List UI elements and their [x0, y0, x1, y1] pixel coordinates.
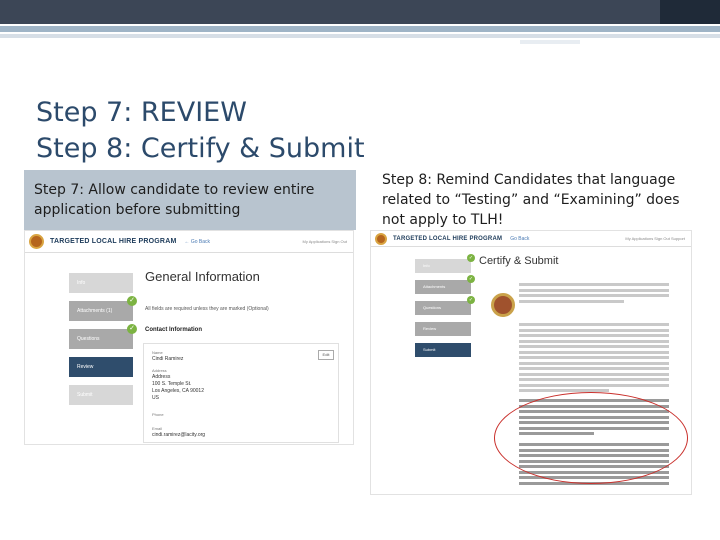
city-seal-icon: [29, 234, 44, 249]
nav-item-label: Attachments (1): [77, 308, 113, 314]
email-label: Email: [152, 426, 163, 431]
check-icon: ✓: [467, 296, 475, 304]
highlight-circle: [494, 392, 688, 484]
slide-title-line-1: Step 7: REVIEW: [36, 97, 247, 128]
slide-top-rule: [0, 26, 720, 32]
go-back-link[interactable]: Go Back: [510, 236, 529, 242]
nav-item-submit[interactable]: Submit: [415, 343, 471, 357]
required-note: All fields are required unless they are …: [145, 306, 269, 312]
slide-decoration: [520, 40, 580, 44]
nav-item-attachments[interactable]: Attachments (1) ✓: [69, 296, 137, 321]
nav-item-label: Info: [77, 280, 86, 286]
check-icon: ✓: [467, 275, 475, 283]
certify-paragraph-2: [519, 323, 669, 395]
email-value: cindi.ramirez@lacity.org: [152, 432, 206, 438]
nav-item-label: Attachments: [423, 284, 446, 289]
certify-paragraph-1: [519, 283, 669, 305]
app-header: TARGETED LOCAL HIRE PROGRAM ← Go Back My…: [25, 231, 353, 253]
nav-item-questions[interactable]: Questions ✓: [69, 324, 137, 349]
city-seal-icon: [375, 232, 387, 245]
name-value: Cindi Ramirez: [152, 356, 184, 362]
nav-item-label: Submit: [423, 347, 436, 352]
nav-item-label: Info: [423, 263, 430, 268]
nav-item-review[interactable]: Review: [415, 322, 471, 336]
header-links[interactable]: My Applications Sign Out Support: [625, 236, 685, 241]
slide-title-line-2: Step 8: Certify & Submit: [36, 133, 365, 164]
program-name: TARGETED LOCAL HIRE PROGRAM: [50, 238, 177, 245]
nav-item-label: Review: [423, 326, 437, 331]
nav-item-info[interactable]: Info ✓: [415, 254, 475, 273]
app-header: TARGETED LOCAL HIRE PROGRAM Go Back My A…: [371, 231, 691, 247]
phone-label: Phone: [152, 412, 164, 417]
right-bullet-box: Step 8: Remind Candidates that language …: [374, 168, 690, 230]
header-links[interactable]: My Applications Sign Out: [303, 239, 347, 244]
nav-item-label: Questions: [423, 305, 442, 310]
right-bullet-text: Step 8: Remind Candidates that language …: [382, 172, 680, 228]
check-icon: ✓: [127, 296, 137, 306]
section-title: Contact Information: [145, 327, 202, 333]
page-title: General Information: [145, 269, 260, 284]
page-title: Certify & Submit: [479, 255, 559, 267]
review-screenshot: TARGETED LOCAL HIRE PROGRAM ← Go Back My…: [24, 230, 354, 445]
step-nav: Info Attachments (1) ✓ Questions ✓ Review …: [69, 273, 137, 413]
nav-item-questions[interactable]: Questions ✓: [415, 296, 475, 315]
nav-item-info[interactable]: Info: [69, 273, 133, 293]
step-nav: Info ✓ Attachments ✓ Questions ✓ Review Sub…: [415, 254, 475, 364]
check-icon: ✓: [467, 254, 475, 262]
go-back-link[interactable]: ← Go Back: [184, 239, 210, 245]
edit-button[interactable]: Edit: [318, 350, 334, 360]
address-value: Address 100 S. Temple St. Los Angeles, C…: [152, 374, 204, 401]
slide-top-rule-light: [0, 34, 720, 38]
slide-top-bar: [0, 0, 720, 24]
nav-item-label: Questions: [77, 336, 100, 342]
city-seal-icon: [491, 293, 515, 317]
address-label: Address: [152, 368, 167, 373]
nav-item-label: Review: [77, 364, 94, 370]
slide-title: Step 7: REVIEW Step 8: Certify & Submit: [36, 95, 365, 167]
nav-item-submit[interactable]: Submit: [69, 385, 133, 405]
name-label: Name: [152, 350, 163, 355]
nav-item-attachments[interactable]: Attachments ✓: [415, 275, 475, 294]
nav-item-review[interactable]: Review: [69, 357, 133, 377]
check-icon: ✓: [127, 324, 137, 334]
program-name: TARGETED LOCAL HIRE PROGRAM: [393, 235, 503, 242]
left-bullet-text: Step 7: Allow candidate to review entire…: [34, 182, 315, 218]
slide-top-accent: [660, 0, 720, 24]
left-bullet-box: Step 7: Allow candidate to review entire…: [24, 170, 356, 230]
contact-card: Name Cindi Ramirez Edit Address Address …: [143, 343, 339, 443]
nav-item-label: Submit: [77, 392, 93, 398]
